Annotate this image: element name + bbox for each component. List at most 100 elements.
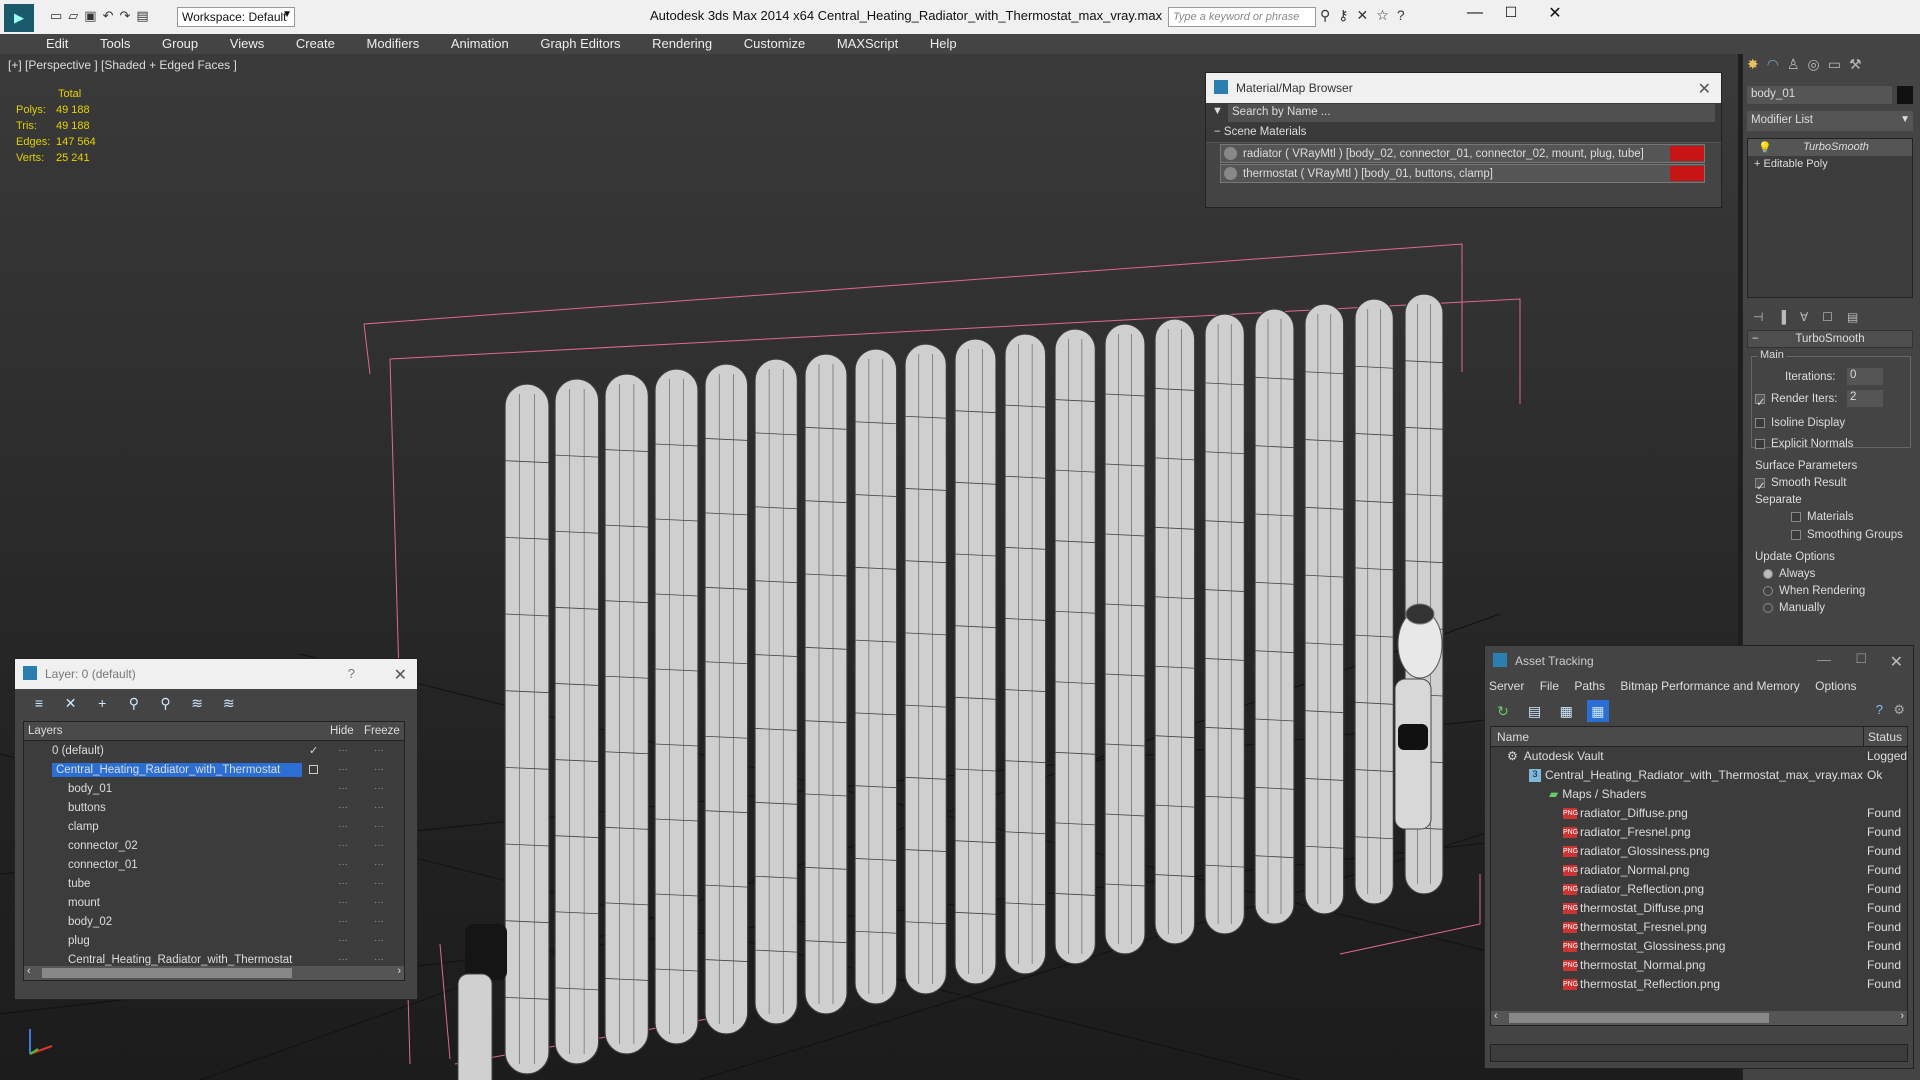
isoline-checkbox[interactable]: [1755, 417, 1765, 428]
when-rendering-radio[interactable]: [1763, 585, 1773, 596]
isoline-row[interactable]: Isoline Display: [1755, 417, 1845, 429]
key-icon[interactable]: ⚷: [1338, 7, 1356, 23]
stack-item-editable-poly[interactable]: + Editable Poly: [1748, 156, 1912, 173]
asset-row-file[interactable]: PNG thermostat_Fresnel.png Found: [1491, 918, 1907, 937]
smooth-result-row[interactable]: ✓ Smooth Result: [1755, 477, 1846, 493]
smooth-result-checkbox[interactable]: ✓: [1755, 477, 1766, 493]
minimize-button[interactable]: —: [1460, 4, 1490, 22]
menu-group[interactable]: Group: [148, 34, 212, 51]
search-field[interactable]: Type a keyword or phrase: [1168, 7, 1316, 27]
hide-toggle[interactable]: ···: [338, 802, 348, 813]
hide-toggle[interactable]: ···: [338, 935, 348, 946]
object-row[interactable]: body_02 ··· ···: [24, 912, 404, 931]
settings-icon[interactable]: ⚙: [1893, 702, 1905, 718]
turbosmooth-rollout-header[interactable]: − TurboSmooth: [1747, 330, 1913, 348]
materials-row[interactable]: Materials: [1791, 511, 1854, 523]
object-row[interactable]: tube ··· ···: [24, 874, 404, 893]
column-hide[interactable]: Hide: [330, 725, 354, 737]
hide-toggle[interactable]: ···: [338, 840, 348, 851]
binoculars-icon[interactable]: ⚲: [1320, 7, 1338, 23]
lightbulb-icon[interactable]: 💡: [1758, 141, 1772, 154]
column-status[interactable]: Status: [1863, 727, 1902, 747]
help-icon[interactable]: ?: [348, 666, 355, 681]
expand-icon[interactable]: +: [1754, 158, 1760, 170]
hide-toggle[interactable]: ···: [338, 897, 348, 908]
app-logo-icon[interactable]: ▶: [4, 4, 34, 32]
manually-row[interactable]: Manually: [1763, 602, 1825, 614]
menu-maxscript[interactable]: MAXScript: [823, 34, 912, 51]
menu-graph-editors[interactable]: Graph Editors: [526, 34, 634, 51]
material-item[interactable]: radiator ( VRayMtl ) [body_02, connector…: [1220, 144, 1705, 163]
hide-toggle[interactable]: ···: [338, 745, 348, 756]
when-rendering-row[interactable]: When Rendering: [1763, 585, 1865, 597]
close-button[interactable]: ✕: [1540, 3, 1570, 23]
asset-row-file[interactable]: PNG thermostat_Glossiness.png Found: [1491, 937, 1907, 956]
freeze-toggle[interactable]: ···: [374, 916, 384, 927]
freeze-toggle[interactable]: ···: [374, 859, 384, 870]
asset-tracking-titlebar[interactable]: Asset Tracking — ☐ ✕: [1485, 646, 1913, 676]
material-item[interactable]: thermostat ( VRayMtl ) [body_01, buttons…: [1220, 164, 1705, 183]
maximize-button[interactable]: ☐: [1496, 4, 1526, 21]
freeze-toggle[interactable]: ···: [374, 878, 384, 889]
utilities-tab-icon[interactable]: ⚒: [1849, 56, 1870, 72]
freeze-toggle[interactable]: ···: [374, 802, 384, 813]
details-view-icon[interactable]: ▦: [1555, 700, 1577, 722]
layer-row[interactable]: 0 (default) ✓ ··· ···: [24, 741, 404, 760]
add-to-layer-icon[interactable]: +: [91, 692, 113, 714]
layer-row-selected[interactable]: Central_Heating_Radiator_with_Thermostat…: [24, 760, 404, 779]
column-layers[interactable]: Layers: [28, 725, 63, 737]
scene-materials-header[interactable]: − Scene Materials: [1206, 123, 1721, 143]
close-icon[interactable]: ✕: [394, 665, 407, 685]
undo-icon[interactable]: ↶: [103, 8, 120, 23]
freeze-toggle[interactable]: ···: [374, 745, 384, 756]
object-row[interactable]: clamp ··· ···: [24, 817, 404, 836]
maximize-icon[interactable]: ☐: [1855, 651, 1867, 667]
explicit-row[interactable]: Explicit Normals: [1755, 438, 1853, 450]
hide-toggle[interactable]: ···: [338, 783, 348, 794]
close-icon[interactable]: ✕: [1698, 79, 1711, 99]
asset-row-file[interactable]: PNG thermostat_Diffuse.png Found: [1491, 899, 1907, 918]
hide-toggle[interactable]: ···: [338, 821, 348, 832]
close-icon[interactable]: ✕: [1890, 652, 1903, 672]
scroll-left-icon[interactable]: ‹: [1494, 1010, 1498, 1022]
always-row[interactable]: Always: [1763, 568, 1815, 580]
asset-row-maps[interactable]: ▰ Maps / Shaders: [1491, 785, 1907, 804]
asset-menu-file[interactable]: File: [1540, 679, 1559, 693]
asset-menu-bitmap-performance[interactable]: Bitmap Performance and Memory: [1620, 679, 1799, 693]
menu-create[interactable]: Create: [282, 34, 349, 51]
modifier-list-dropdown[interactable]: Modifier List ▼: [1747, 111, 1913, 131]
list-view-icon[interactable]: ▤: [1524, 700, 1546, 722]
hide-toggle[interactable]: ···: [338, 916, 348, 927]
freeze-toggle[interactable]: ···: [374, 954, 384, 965]
asset-row-vault[interactable]: ⚙ Autodesk Vault Logged: [1491, 747, 1907, 766]
make-unique-icon[interactable]: ∀: [1800, 310, 1822, 324]
menu-customize[interactable]: Customize: [730, 34, 819, 51]
object-row[interactable]: plug ··· ···: [24, 931, 404, 950]
material-search-input[interactable]: Search by Name ...: [1228, 104, 1715, 122]
hide-toggle[interactable]: ···: [338, 764, 348, 775]
column-name[interactable]: Name: [1497, 730, 1529, 744]
explicit-normals-checkbox[interactable]: [1755, 438, 1765, 449]
materials-checkbox[interactable]: [1791, 511, 1801, 522]
highlight-layer-icon[interactable]: ⚲: [155, 692, 177, 714]
project-icon[interactable]: ▤: [136, 8, 154, 23]
freeze-toggle[interactable]: ···: [374, 764, 384, 775]
scroll-right-icon[interactable]: ›: [397, 965, 401, 977]
create-tab-icon[interactable]: ✸: [1747, 56, 1767, 72]
smoothing-groups-row[interactable]: Smoothing Groups: [1791, 529, 1903, 541]
scroll-thumb[interactable]: [1509, 1013, 1769, 1023]
select-objects-icon[interactable]: ⚲: [123, 692, 145, 714]
show-end-result-icon[interactable]: ▐: [1777, 310, 1800, 324]
object-color-swatch[interactable]: [1897, 86, 1913, 104]
help-icon[interactable]: ?: [1397, 7, 1413, 23]
open-file-icon[interactable]: ▱: [68, 8, 84, 23]
remove-modifier-icon[interactable]: ☐: [1822, 310, 1847, 324]
menu-animation[interactable]: Animation: [437, 34, 523, 51]
layer-horizontal-scrollbar[interactable]: ‹ ›: [24, 965, 404, 980]
asset-row-file[interactable]: PNG thermostat_Normal.png Found: [1491, 956, 1907, 975]
asset-menu-options[interactable]: Options: [1815, 679, 1856, 693]
refresh-icon[interactable]: ↻: [1492, 700, 1514, 722]
smoothing-groups-checkbox[interactable]: [1791, 529, 1801, 540]
menu-views[interactable]: Views: [216, 34, 278, 51]
asset-row-file[interactable]: PNG radiator_Fresnel.png Found: [1491, 823, 1907, 842]
